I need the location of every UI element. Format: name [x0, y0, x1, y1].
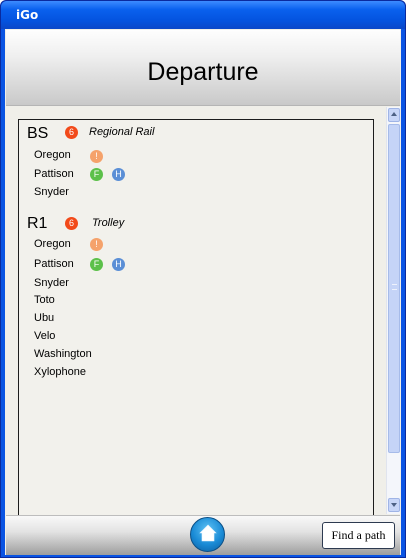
route-badge: 6 [65, 126, 78, 139]
stop-item[interactable]: Xylophone [34, 366, 86, 378]
stop-item[interactable]: Snyder [34, 186, 69, 198]
arrow-down-icon [391, 503, 397, 507]
stop-item[interactable]: Velo [34, 330, 55, 342]
scroll-thumb[interactable] [388, 124, 400, 453]
f-icon: F [90, 258, 103, 271]
arrow-up-icon [391, 112, 397, 116]
window-title: iGo [16, 8, 39, 22]
stop-item[interactable]: Oregon [34, 149, 71, 161]
stop-item[interactable]: Pattison [34, 258, 74, 270]
departure-list: BS 6 Regional Rail Oregon ! Pattison F H… [18, 119, 374, 520]
header-banner: Departure [6, 30, 400, 106]
route-name[interactable]: BS [27, 125, 48, 143]
client-area: Departure BS 6 Regional Rail Oregon ! Pa… [5, 29, 401, 555]
alert-icon: ! [90, 238, 103, 251]
find-path-button[interactable]: Find a path [322, 522, 395, 549]
scroll-up-button[interactable] [388, 108, 400, 122]
stop-item[interactable]: Ubu [34, 312, 54, 324]
vertical-scrollbar[interactable] [386, 107, 400, 514]
stop-item[interactable]: Washington [34, 348, 92, 360]
app-window: iGo Departure BS 6 Regional Rail Oregon … [0, 0, 406, 558]
route-type: Regional Rail [89, 126, 155, 138]
home-button[interactable] [190, 517, 225, 552]
title-bar[interactable]: iGo [1, 1, 405, 29]
stop-item[interactable]: Pattison [34, 168, 74, 180]
scroll-down-button[interactable] [388, 498, 400, 512]
f-icon: F [90, 168, 103, 181]
home-icon [199, 524, 217, 542]
stop-item[interactable]: Toto [34, 294, 55, 306]
footer-bar: Find a path [6, 515, 400, 555]
stop-item[interactable]: Snyder [34, 277, 69, 289]
h-icon: H [112, 258, 125, 271]
route-badge: 6 [65, 217, 78, 230]
alert-icon: ! [90, 150, 103, 163]
h-icon: H [112, 168, 125, 181]
route-name[interactable]: R1 [27, 215, 47, 233]
route-type: Trolley [92, 217, 125, 229]
grip-icon [392, 284, 397, 290]
stop-item[interactable]: Oregon [34, 238, 71, 250]
page-title: Departure [147, 58, 259, 86]
